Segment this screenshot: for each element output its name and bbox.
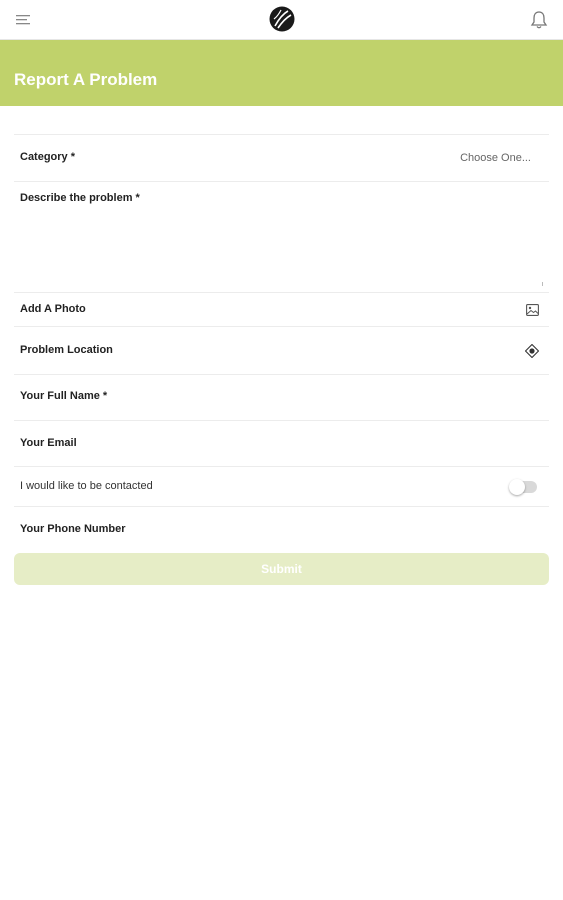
menu-icon[interactable]: [16, 13, 32, 27]
problem-description-field[interactable]: Describe the problem *: [14, 182, 549, 293]
submit-button[interactable]: Submit: [14, 553, 549, 585]
top-bar: [0, 0, 563, 40]
globe-logo-icon: [269, 6, 295, 32]
full-name-label: Your Full Name *: [20, 390, 108, 402]
page-title: Report A Problem: [14, 70, 158, 89]
category-select[interactable]: Category * Choose One...: [14, 135, 549, 182]
bell-icon[interactable]: [530, 10, 548, 30]
location-target-icon[interactable]: [525, 344, 539, 358]
problem-location-label: Problem Location: [20, 344, 113, 356]
toggle-knob: [509, 479, 525, 495]
add-photo-row[interactable]: Add A Photo: [14, 293, 549, 327]
contact-toggle[interactable]: [509, 479, 537, 495]
description-label: Describe the problem *: [20, 192, 140, 204]
contact-preference-row: I would like to be contacted: [14, 467, 549, 507]
contact-label: I would like to be contacted: [20, 480, 153, 492]
category-value[interactable]: Choose One...: [460, 152, 531, 164]
problem-location-row[interactable]: Problem Location: [14, 327, 549, 375]
phone-field[interactable]: Your Phone Number: [14, 507, 549, 547]
image-icon[interactable]: [526, 304, 539, 316]
category-label: Category *: [20, 151, 76, 163]
phone-label: Your Phone Number: [20, 523, 126, 535]
email-label: Your Email: [20, 437, 77, 449]
email-field[interactable]: Your Email: [14, 421, 549, 467]
resize-handle[interactable]: [540, 282, 543, 286]
page-banner: Report A Problem: [0, 40, 563, 106]
full-name-field[interactable]: Your Full Name *: [14, 375, 549, 421]
add-photo-label: Add A Photo: [20, 303, 86, 315]
